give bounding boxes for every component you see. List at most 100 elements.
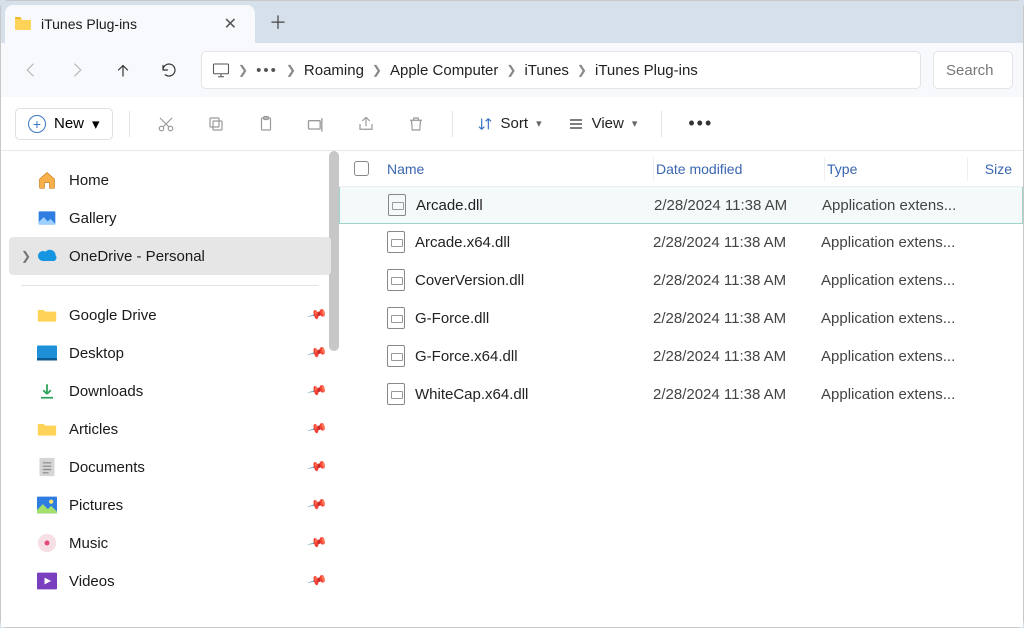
new-button[interactable]: + New ▾ (15, 108, 113, 140)
sidebar-item-label: Google Drive (69, 307, 157, 324)
chevron-right-icon: ❯ (286, 63, 296, 77)
pin-icon: 📌 (306, 304, 328, 326)
breadcrumb[interactable]: iTunes (524, 62, 568, 79)
folder-icon (15, 16, 31, 32)
gallery-icon (37, 208, 57, 228)
sidebar-item-label: OneDrive - Personal (69, 248, 205, 265)
window-tab[interactable]: iTunes Plug-ins ✕ (5, 5, 255, 43)
copy-button[interactable] (196, 106, 236, 142)
file-type: Application extens... (821, 234, 961, 251)
file-name: Arcade.dll (416, 197, 483, 214)
sort-icon (477, 116, 493, 132)
dll-file-icon (387, 345, 405, 367)
titlebar: iTunes Plug-ins ✕ ＋ (1, 1, 1023, 43)
table-row[interactable]: G-Force.dll2/28/2024 11:38 AMApplication… (339, 299, 1023, 337)
delete-button[interactable] (396, 106, 436, 142)
sidebar-item-pictures[interactable]: Pictures📌 (1, 486, 339, 524)
refresh-button[interactable] (149, 50, 189, 90)
sidebar-item-label: Desktop (69, 345, 124, 362)
divider (452, 111, 453, 137)
new-label: New (54, 115, 84, 132)
tab-title: iTunes Plug-ins (41, 16, 218, 32)
navbar: ❯ ••• ❯ Roaming ❯ Apple Computer ❯ iTune… (1, 43, 1023, 97)
divider (129, 111, 130, 137)
onedrive-icon (37, 246, 57, 266)
file-date: 2/28/2024 11:38 AM (653, 386, 821, 403)
pin-icon: 📌 (306, 456, 328, 478)
close-tab-button[interactable]: ✕ (218, 12, 243, 36)
sidebar-item-label: Downloads (69, 383, 143, 400)
pin-icon: 📌 (306, 532, 328, 554)
sidebar-item-videos[interactable]: Videos📌 (1, 562, 339, 600)
column-type[interactable]: Type (827, 161, 967, 177)
table-row[interactable]: CoverVersion.dll2/28/2024 11:38 AMApplic… (339, 261, 1023, 299)
dll-file-icon (387, 383, 405, 405)
monitor-icon (212, 62, 230, 78)
sidebar-item-music[interactable]: Music📌 (1, 524, 339, 562)
more-button[interactable]: ••• (678, 113, 723, 134)
sidebar: HomeGallery ❯ OneDrive - Personal Google D… (1, 151, 339, 627)
dll-file-icon (387, 269, 405, 291)
file-date: 2/28/2024 11:38 AM (653, 310, 821, 327)
forward-button[interactable] (57, 50, 97, 90)
view-menu[interactable]: View ▾ (560, 111, 646, 136)
search-input[interactable]: Search (933, 51, 1013, 89)
dll-file-icon (387, 231, 405, 253)
table-row[interactable]: Arcade.x64.dll2/28/2024 11:38 AMApplicat… (339, 223, 1023, 261)
column-name[interactable]: Name (383, 161, 653, 177)
divider (661, 111, 662, 137)
sort-label: Sort (501, 115, 529, 132)
download-icon (37, 381, 57, 401)
column-headers: ˆ Name Date modified Type Size (339, 151, 1023, 187)
table-row[interactable]: WhiteCap.x64.dll2/28/2024 11:38 AMApplic… (339, 375, 1023, 413)
breadcrumb[interactable]: Apple Computer (390, 62, 498, 79)
table-row[interactable]: Arcade.dll2/28/2024 11:38 AMApplication … (339, 186, 1023, 224)
sort-caret-icon: ˆ (681, 151, 684, 160)
column-size[interactable]: Size (970, 161, 1020, 177)
pin-icon: 📌 (306, 342, 328, 364)
sidebar-item-google-drive[interactable]: Google Drive 📌 (1, 296, 339, 334)
view-icon (568, 117, 584, 131)
paste-button[interactable] (246, 106, 286, 142)
table-row[interactable]: G-Force.x64.dll2/28/2024 11:38 AMApplica… (339, 337, 1023, 375)
sidebar-item-articles[interactable]: Articles📌 (1, 410, 339, 448)
folder-yellow (37, 419, 57, 439)
chevron-right-icon: ❯ (577, 63, 587, 77)
divider (21, 285, 319, 286)
sidebar-item-home[interactable]: Home (1, 161, 339, 199)
chevron-down-icon: ▾ (536, 117, 542, 130)
sidebar-item-label: Documents (69, 459, 145, 476)
sort-menu[interactable]: Sort ▾ (469, 111, 550, 136)
music-icon (37, 533, 57, 553)
pin-icon: 📌 (306, 418, 328, 440)
chevron-right-icon: ❯ (506, 63, 516, 77)
dll-file-icon (387, 307, 405, 329)
back-button[interactable] (11, 50, 51, 90)
sidebar-item-onedrive-personal[interactable]: ❯ OneDrive - Personal (9, 237, 331, 275)
chevron-right-icon: ❯ (238, 63, 248, 77)
select-all-checkbox[interactable] (339, 161, 383, 176)
rename-button[interactable] (296, 106, 336, 142)
column-date[interactable]: Date modified (656, 161, 824, 177)
up-button[interactable] (103, 50, 143, 90)
overflow-crumb[interactable]: ••• (256, 62, 278, 79)
pin-icon: 📌 (306, 494, 328, 516)
new-tab-button[interactable]: ＋ (255, 9, 301, 35)
sidebar-item-desktop[interactable]: Desktop 📌 (1, 334, 339, 372)
breadcrumb[interactable]: Roaming (304, 62, 364, 79)
breadcrumb[interactable]: iTunes Plug-ins (595, 62, 698, 79)
file-date: 2/28/2024 11:38 AM (654, 197, 822, 214)
chevron-right-icon: ❯ (21, 249, 31, 263)
file-name: CoverVersion.dll (415, 272, 524, 289)
chevron-down-icon: ▾ (632, 117, 638, 130)
sidebar-item-downloads[interactable]: Downloads📌 (1, 372, 339, 410)
sidebar-item-documents[interactable]: Documents 📌 (1, 448, 339, 486)
document-icon (37, 457, 57, 477)
share-button[interactable] (346, 106, 386, 142)
file-date: 2/28/2024 11:38 AM (653, 348, 821, 365)
cut-button[interactable] (146, 106, 186, 142)
chevron-right-icon: ❯ (372, 63, 382, 77)
file-type: Application extens... (821, 386, 961, 403)
address-bar[interactable]: ❯ ••• ❯ Roaming ❯ Apple Computer ❯ iTune… (201, 51, 921, 89)
sidebar-item-gallery[interactable]: Gallery (1, 199, 339, 237)
